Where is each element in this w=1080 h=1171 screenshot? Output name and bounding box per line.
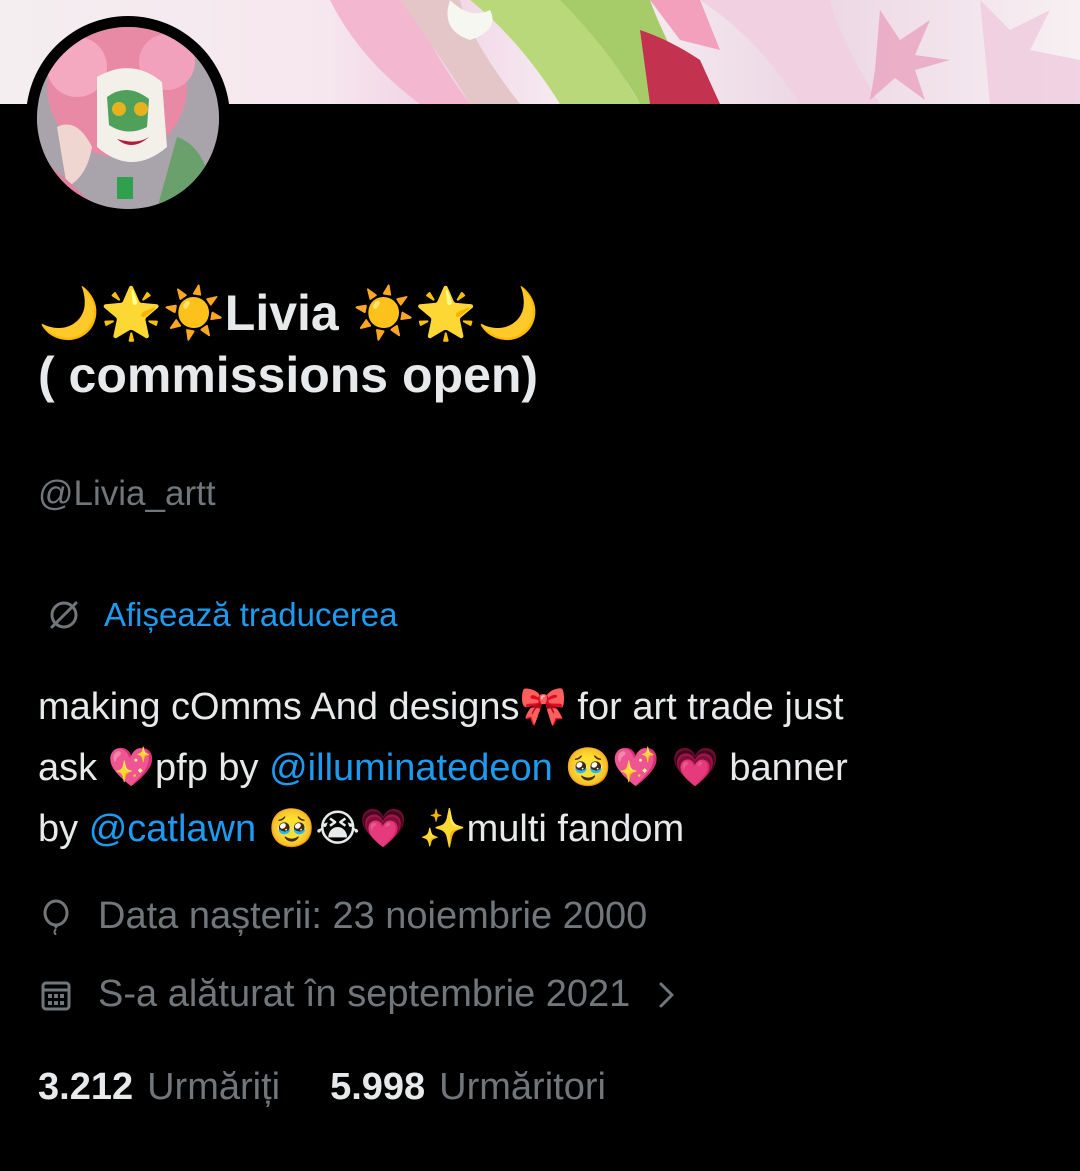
chevron-right-icon (659, 982, 674, 1007)
bio-emoji: 🎀 (519, 684, 567, 728)
user-handle: @Livia_artt (38, 474, 216, 513)
bio-text: for art trade just (566, 686, 844, 728)
display-name-line2: ( commissions open) (38, 347, 539, 403)
bio-emoji: 🥹😭💗 ✨ (256, 806, 467, 850)
show-translation-label: Afișează traducerea (104, 596, 398, 633)
followers-stat[interactable]: 5.998 Urmăritori (330, 1066, 606, 1109)
display-name: 🌙🌟☀️Livia ☀️🌟🌙 ( commissions open) (38, 282, 1048, 406)
birth-date-row: Data nașterii: 23 noiembrie 2000 (40, 895, 647, 938)
joined-date-row[interactable]: S-a alăturat în septembrie 2021 (40, 973, 678, 1016)
name-prefix-emojis: 🌙🌟☀️ (38, 284, 225, 342)
profile-bio: making cOmms And designs🎀 for art trade … (38, 676, 1048, 859)
bio-emoji: 💖 (107, 745, 156, 789)
bio-text: pfp by (155, 747, 270, 789)
joined-date-text: S-a alăturat în septembrie 2021 (98, 973, 631, 1015)
translate-globe-icon (50, 601, 78, 629)
mention-link-catlawn[interactable]: @catlawn (89, 808, 256, 850)
name-text: Livia (224, 285, 339, 341)
following-stat[interactable]: 3.212 Urmăriți (38, 1066, 280, 1109)
bio-line-2: ask 💖pfp by @illuminatedeon 🥹💖 💗 banner (38, 737, 1048, 798)
mention-link-illuminatedeon[interactable]: @illuminatedeon (269, 747, 553, 789)
bio-text: ask (38, 747, 108, 789)
bio-emoji: 🥹💖 💗 (552, 745, 719, 789)
bio-text: by (38, 808, 89, 850)
birth-date-text: Data nașterii: 23 noiembrie 2000 (98, 895, 648, 937)
display-name-line1: 🌙🌟☀️Livia ☀️🌟🌙 (38, 282, 1048, 344)
bio-line-3: by @catlawn 🥹😭💗 ✨multi fandom (38, 798, 1048, 859)
name-suffix-emojis: ☀️🌟🌙 (352, 284, 540, 342)
following-label: Urmăriți (147, 1066, 281, 1108)
bio-text: multi fandom (466, 808, 685, 850)
bio-text: making cOmms And designs (38, 686, 520, 728)
show-translation-link[interactable]: Afișează traducerea (46, 596, 398, 634)
calendar-icon (41, 981, 71, 1010)
bio-text: banner (718, 747, 848, 789)
avatar-image (37, 27, 219, 209)
follow-stats: 3.212 Urmăriți 5.998 Urmăritori (38, 1066, 656, 1109)
balloon-icon (43, 899, 69, 935)
followers-label: Urmăritori (439, 1066, 606, 1108)
avatar[interactable] (26, 16, 230, 220)
followers-count: 5.998 (330, 1066, 426, 1108)
bio-line-1: making cOmms And designs🎀 for art trade … (38, 676, 1048, 737)
profile-page: 🌙🌟☀️Livia ☀️🌟🌙 ( commissions open) @Livi… (0, 0, 1080, 1171)
following-count: 3.212 (38, 1066, 134, 1108)
